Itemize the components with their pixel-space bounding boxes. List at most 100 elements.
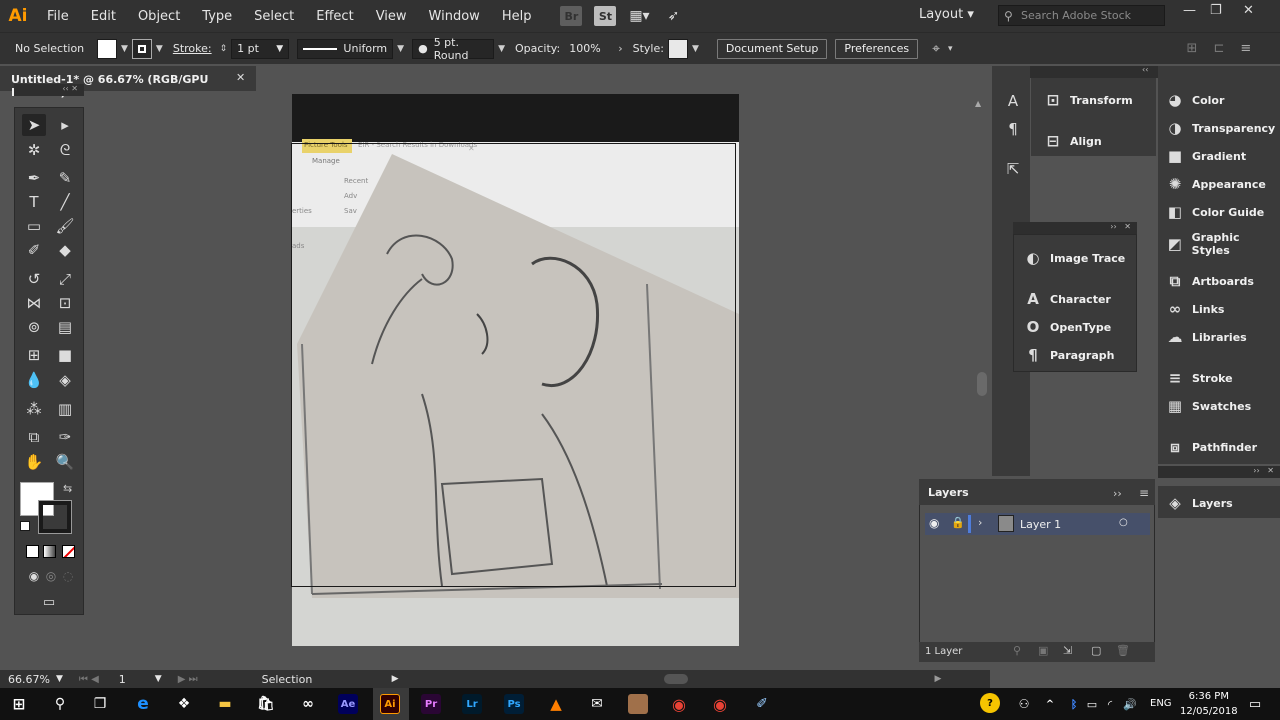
chevron-down-icon[interactable]: ▼	[155, 674, 162, 684]
panel-character[interactable]: A Character	[1022, 290, 1111, 308]
infinity-app-icon[interactable]: ∞	[298, 694, 318, 714]
menu-window[interactable]: Window	[418, 9, 491, 24]
lasso-tool-icon[interactable]: ᘓ	[53, 139, 77, 161]
language-indicator[interactable]: ENG	[1150, 698, 1172, 709]
type-tool-icon[interactable]: T	[22, 191, 46, 213]
locate-object-icon[interactable]: ⚲	[1013, 644, 1021, 657]
stroke-weight-field[interactable]: 1 pt ▼	[231, 38, 290, 59]
horizontal-scroll-thumb[interactable]	[663, 674, 688, 684]
eyedropper-tool-icon[interactable]: 💧	[22, 369, 46, 391]
zoom-level[interactable]: 66.67%	[8, 673, 56, 686]
scroll-right-icon[interactable]: ▶	[935, 674, 942, 684]
screen-mode-icon[interactable]: ▭	[37, 591, 61, 613]
chevron-down-icon[interactable]: ▼	[397, 44, 404, 54]
panel-stroke[interactable]: ≡ Stroke	[1164, 369, 1233, 387]
illustrator-taskbar-icon[interactable]: Ai	[380, 694, 400, 714]
float-panel-header[interactable]: ›› ✕	[1013, 222, 1137, 234]
symbol-sprayer-tool-icon[interactable]: ⁂	[22, 398, 46, 420]
mesh-tool-icon[interactable]: ⊞	[22, 344, 46, 366]
bluetooth-icon[interactable]: ᛒ	[1064, 694, 1084, 714]
none-mode-icon[interactable]	[62, 545, 75, 558]
panel-libraries[interactable]: ☁ Libraries	[1164, 328, 1247, 346]
clipping-mask-icon[interactable]: ▣	[1038, 644, 1048, 657]
scrollbar-thumb[interactable]	[977, 372, 987, 396]
brush-definition[interactable]: ● 5 pt. Round	[412, 36, 495, 62]
export-icon[interactable]: ⇱	[1001, 158, 1025, 180]
pen-tool-icon[interactable]: ✒	[22, 167, 46, 189]
close-icon[interactable]: ✕	[236, 71, 245, 84]
chevron-down-icon[interactable]: ▼	[156, 44, 163, 54]
dropbox-icon[interactable]: ❖	[174, 694, 194, 714]
chevron-down-icon[interactable]: ▼	[121, 44, 128, 54]
store-icon[interactable]: 🛍	[256, 694, 276, 714]
stock-search-input[interactable]: ⚲ Search Adobe Stock	[998, 5, 1165, 26]
perspective-grid-tool-icon[interactable]: ▤	[53, 316, 77, 338]
close-icon[interactable]: ✕	[1243, 3, 1254, 18]
after-effects-icon[interactable]: Ae	[338, 694, 358, 714]
direct-selection-tool-icon[interactable]: ▸	[53, 114, 77, 136]
edge-browser-icon[interactable]: e	[133, 694, 153, 714]
scale-tool-icon[interactable]: ⤢	[53, 268, 77, 290]
chevron-down-icon[interactable]: ▾	[948, 44, 953, 54]
artboard-number[interactable]: 1	[119, 673, 155, 686]
file-explorer-icon[interactable]: ▬	[215, 694, 235, 714]
panel-image-trace[interactable]: ◐ Image Trace	[1022, 249, 1125, 267]
isolate-icon[interactable]: ⊏	[1213, 41, 1224, 56]
panel-layers-side[interactable]: ◈ Layers	[1164, 494, 1232, 512]
volume-icon[interactable]: 🔊	[1120, 694, 1140, 714]
graphic-style-swatch[interactable]	[667, 38, 688, 59]
hand-tool-icon[interactable]: ✋	[22, 451, 46, 473]
swap-fill-stroke-icon[interactable]: ⇆	[63, 482, 72, 495]
bridge-icon[interactable]: Br	[560, 6, 583, 26]
menu-view[interactable]: View	[365, 9, 418, 24]
zoom-tool-icon[interactable]: 🔍	[53, 451, 77, 473]
panel-graphic-styles[interactable]: ◩ Graphic Styles	[1164, 231, 1280, 257]
width-tool-icon[interactable]: ⋈	[22, 292, 46, 314]
lightroom-icon[interactable]: Lr	[462, 694, 482, 714]
target-icon[interactable]: ○	[1119, 517, 1128, 528]
show-hidden-icons[interactable]: ^	[1040, 694, 1060, 714]
menu-effect[interactable]: Effect	[305, 9, 364, 24]
artboard-tool-icon[interactable]: ⧉	[22, 426, 46, 448]
chevron-right-icon[interactable]: ›	[978, 516, 982, 529]
curvature-tool-icon[interactable]: ✎	[53, 167, 77, 189]
chevron-down-icon[interactable]: ▼	[692, 44, 699, 54]
stock-icon[interactable]: St	[594, 6, 617, 26]
new-layer-icon[interactable]: ▢	[1091, 644, 1101, 657]
new-sublayer-icon[interactable]: ⇲	[1063, 644, 1072, 657]
panel-appearance[interactable]: ✺ Appearance	[1164, 175, 1266, 193]
fill-swatch[interactable]	[97, 38, 117, 59]
expand-icon[interactable]: ››	[1113, 487, 1122, 500]
column-graph-tool-icon[interactable]: ▥	[53, 398, 77, 420]
default-fill-stroke-icon[interactable]	[20, 521, 30, 531]
variable-width-profile[interactable]: Uniform	[297, 38, 394, 59]
shaper-tool-icon[interactable]: ✐	[22, 239, 46, 261]
panel-color-guide[interactable]: ◧ Color Guide	[1164, 203, 1264, 221]
vlc-icon[interactable]: ▲	[546, 694, 566, 714]
action-center-icon[interactable]: ▭	[1245, 694, 1265, 714]
panel-gradient[interactable]: ■ Gradient	[1164, 147, 1246, 165]
delete-layer-icon[interactable]: 🗑	[1116, 644, 1130, 657]
menu-select[interactable]: Select	[243, 9, 305, 24]
visibility-eye-icon[interactable]: ◉	[929, 516, 939, 530]
menu-object[interactable]: Object	[127, 9, 191, 24]
eraser-tool-icon[interactable]: ◆	[53, 239, 77, 261]
menu-edit[interactable]: Edit	[80, 9, 127, 24]
panel-links[interactable]: ∞ Links	[1164, 300, 1225, 318]
lock-icon[interactable]: 🔒	[951, 516, 965, 529]
chevron-right-icon[interactable]: ›	[618, 42, 622, 55]
rectangle-tool-icon[interactable]: ▭	[22, 215, 46, 237]
toolbox-header[interactable]: ‹‹ ✕	[14, 84, 84, 96]
gradient-mode-icon[interactable]	[43, 545, 56, 558]
vertical-type-icon[interactable]: ¶	[1001, 118, 1025, 140]
battery-icon[interactable]: ▭	[1082, 694, 1102, 714]
shape-builder-tool-icon[interactable]: ⊚	[22, 316, 46, 338]
windows-start-icon[interactable]: ⊞	[9, 694, 29, 714]
artboard-nav-next-icon[interactable]: ▶ ⏭	[178, 674, 198, 685]
free-transform-tool-icon[interactable]: ⊡	[53, 292, 77, 314]
gpu-performance-icon[interactable]: ➶	[662, 6, 684, 26]
artboard-nav-prev-icon[interactable]: ⏮ ◀	[79, 674, 99, 685]
stroke-swatch[interactable]	[131, 38, 152, 59]
panel-menu-icon[interactable]: ≡	[1240, 41, 1251, 56]
gradient-tool-icon[interactable]: ■	[53, 344, 77, 366]
